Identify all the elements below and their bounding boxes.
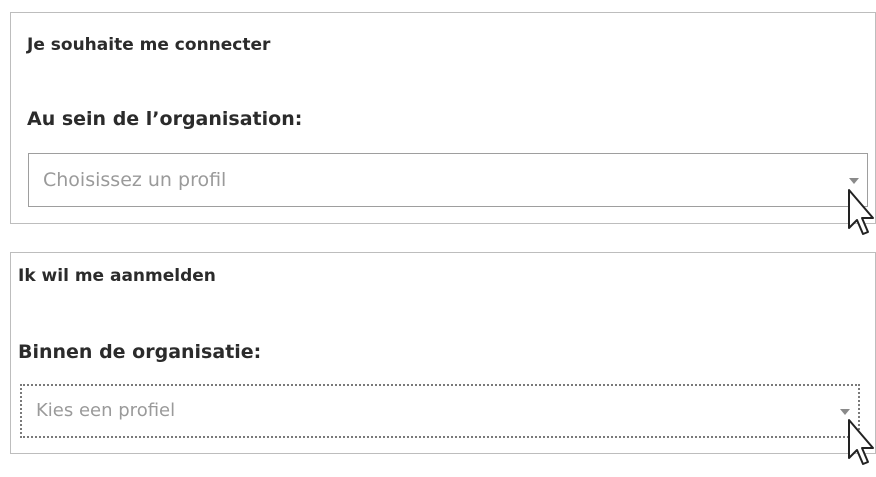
caret-down-icon[interactable] [840, 409, 850, 415]
organisation-field-label: Binnen de organisatie: [18, 341, 262, 363]
profile-select[interactable]: Choisissez un profil [28, 153, 868, 207]
profile-select[interactable]: Kies een profiel [20, 384, 860, 438]
panel-heading: Je souhaite me connecter [27, 35, 271, 55]
organisation-field-label: Au sein de l’organisation: [27, 108, 303, 130]
login-panel-dutch: Ik wil me aanmelden Binnen de organisati… [10, 252, 876, 454]
caret-down-icon[interactable] [849, 178, 859, 184]
profile-select-placeholder: Kies een profiel [36, 400, 176, 421]
login-panel-french: Je souhaite me connecter Au sein de l’or… [10, 12, 876, 224]
panel-heading: Ik wil me aanmelden [18, 266, 216, 286]
profile-select-placeholder: Choisissez un profil [43, 169, 227, 191]
